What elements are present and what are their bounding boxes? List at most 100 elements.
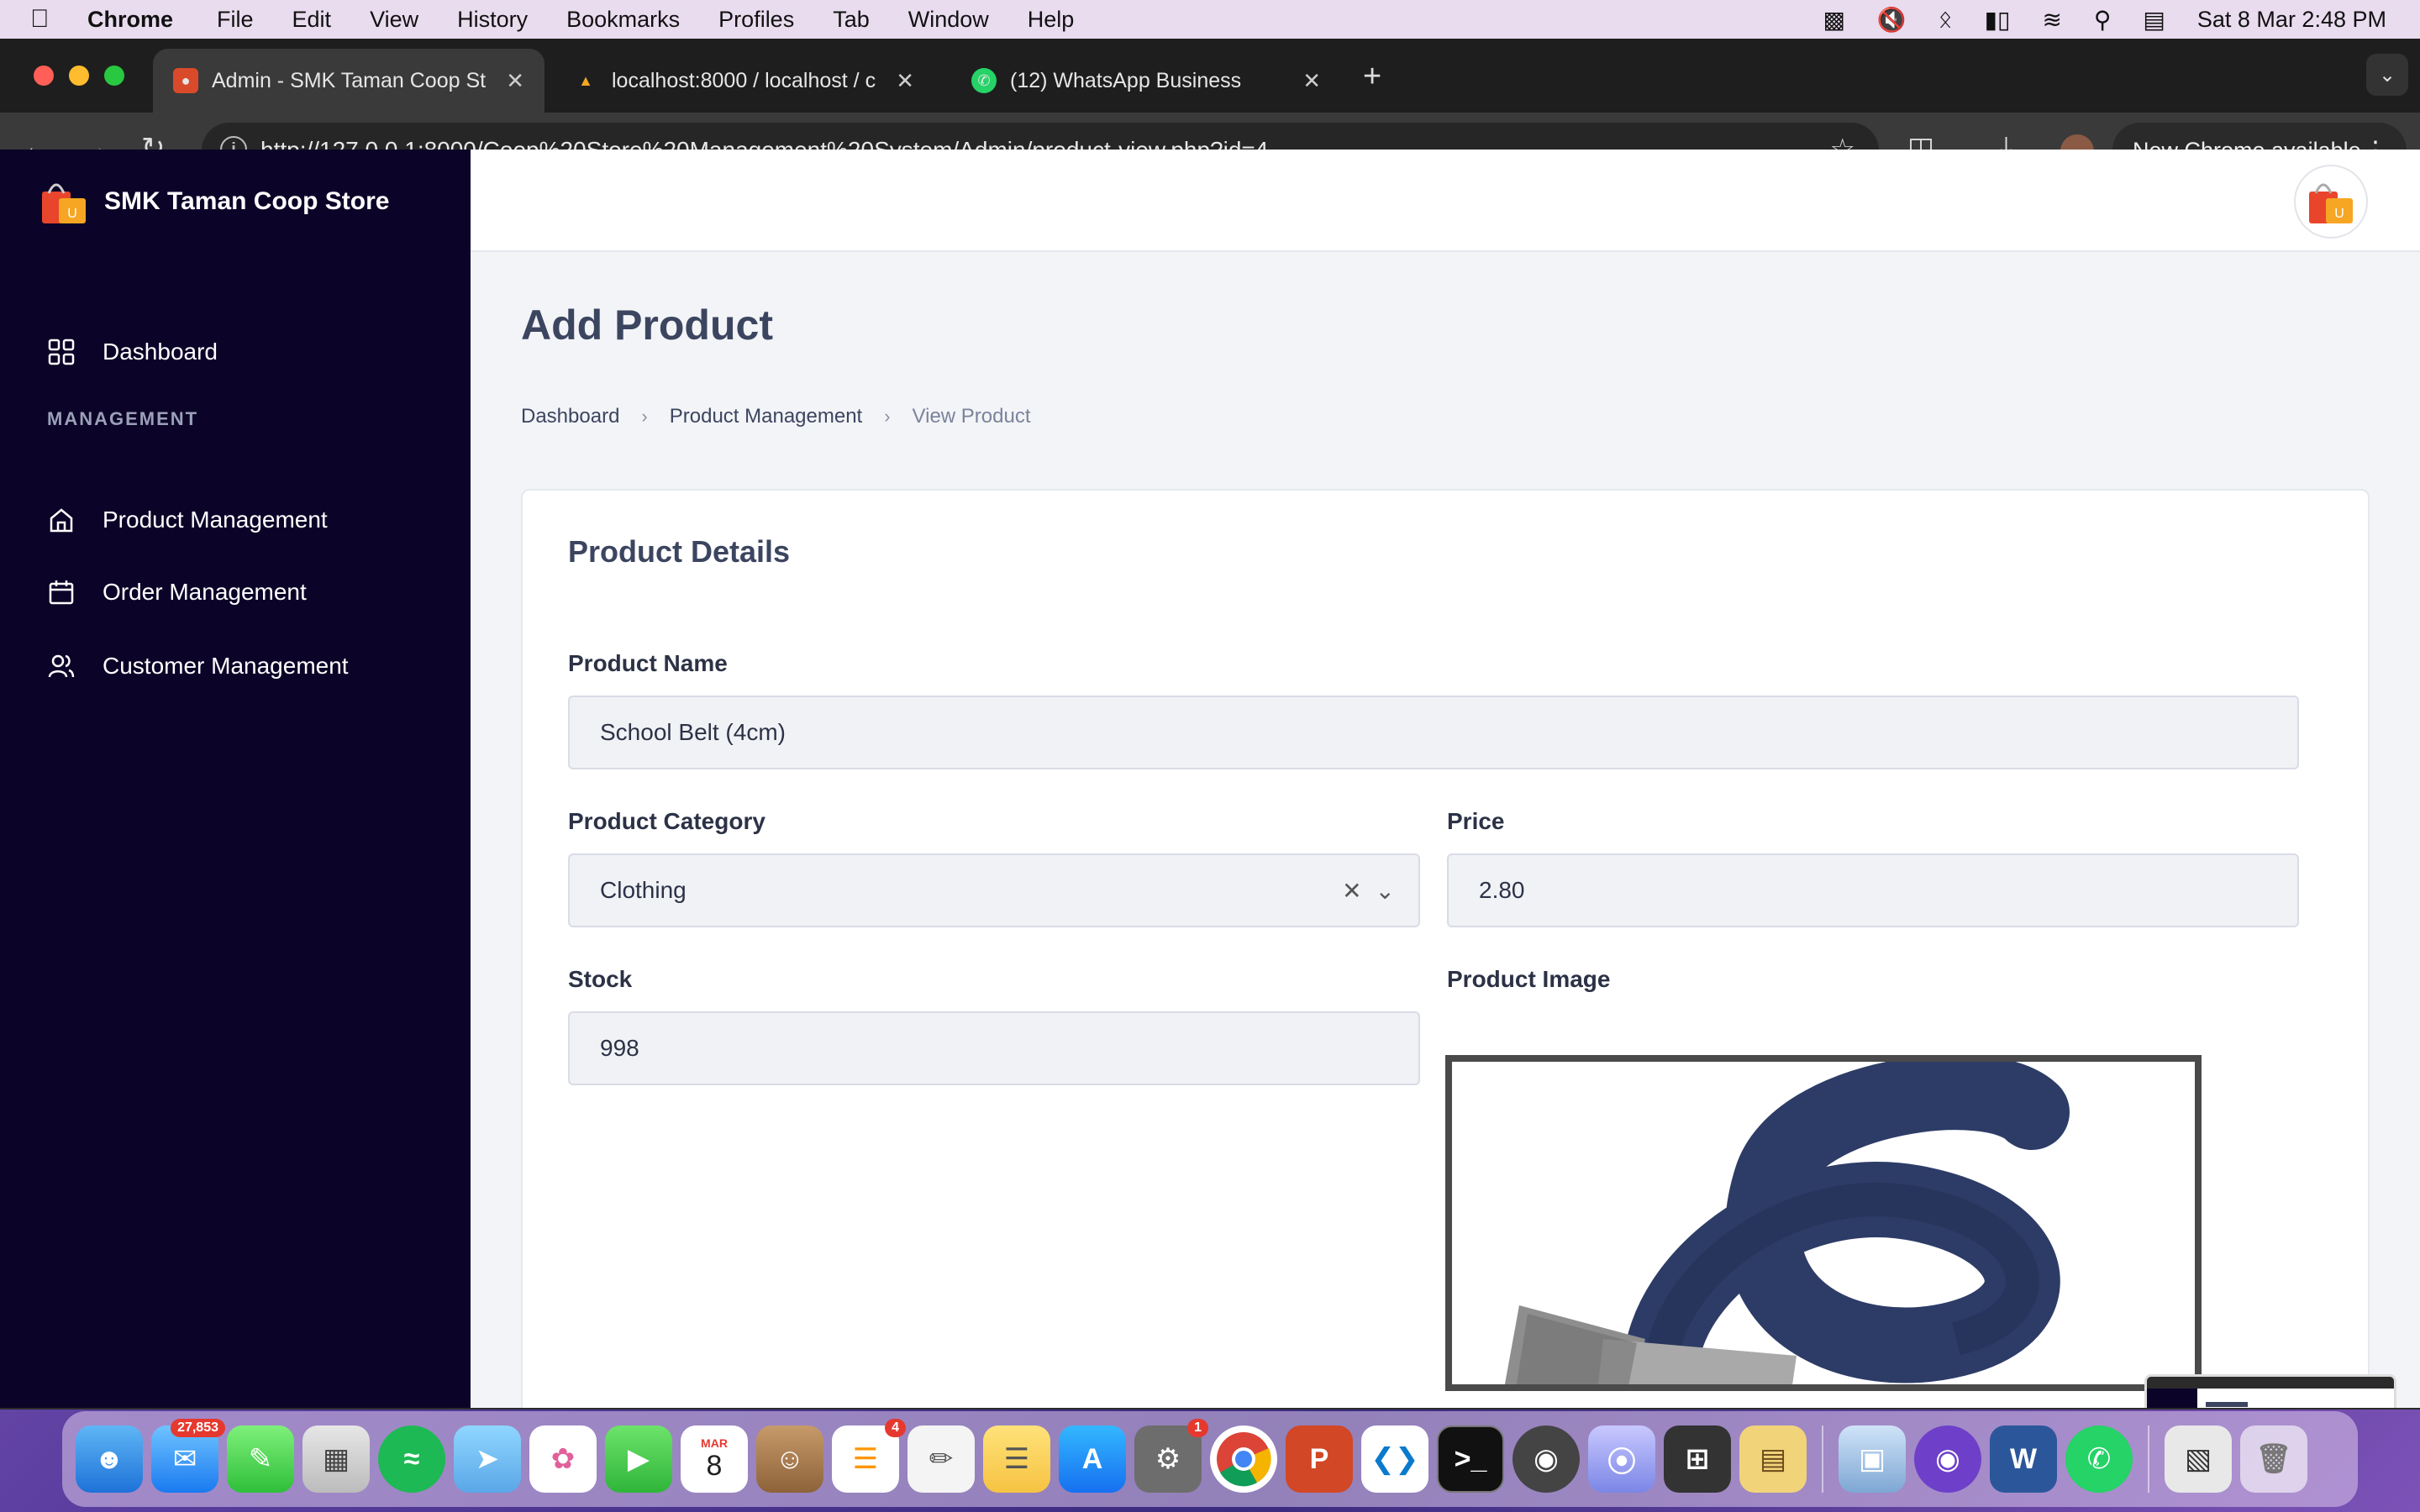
- sidebar-item-dashboard[interactable]: Dashboard: [47, 338, 218, 366]
- calendar-app-icon[interactable]: MAR 8: [681, 1425, 748, 1493]
- tableplus-icon[interactable]: ◉: [1512, 1425, 1580, 1493]
- notes-icon[interactable]: ☰: [983, 1425, 1050, 1493]
- cast-icon[interactable]: ▩: [1823, 6, 1844, 34]
- sidebar-item-customer-management[interactable]: Customer Management: [47, 652, 349, 680]
- tab-whatsapp[interactable]: ✆ (12) WhatsApp Business ✕: [951, 49, 1341, 113]
- tab-title: localhost:8000 / localhost / c: [612, 68, 876, 92]
- photos-icon[interactable]: ✿: [529, 1425, 597, 1493]
- tab-phpmyadmin[interactable]: ▲ localhost:8000 / localhost / c ✕: [553, 49, 934, 113]
- mail-badge: 27,853: [171, 1419, 225, 1437]
- product-image-label: Product Image: [1447, 966, 1611, 992]
- textedit-icon[interactable]: ✏: [908, 1425, 975, 1493]
- screenshot-thumbnail[interactable]: [2144, 1374, 2396, 1408]
- wifi-icon[interactable]: ≋: [2042, 6, 2061, 34]
- apple-icon[interactable]: : [30, 5, 74, 34]
- shopping-bag-icon: ●: [173, 68, 198, 93]
- archive-icon[interactable]: ▤: [1739, 1425, 1807, 1493]
- zoom-window-button[interactable]: [104, 66, 124, 86]
- menu-tab[interactable]: Tab: [833, 7, 870, 33]
- menu-edit[interactable]: Edit: [292, 7, 332, 33]
- maps-icon[interactable]: ➤: [454, 1425, 521, 1493]
- menu-window[interactable]: Window: [908, 7, 989, 33]
- battery-icon[interactable]: ▮▯: [1985, 6, 2011, 34]
- whatsapp-dock-icon[interactable]: ✆: [2065, 1425, 2133, 1493]
- grid-icon: [47, 338, 76, 366]
- menu-bookmarks[interactable]: Bookmarks: [566, 7, 680, 33]
- sidebar-section-title: MANAGEMENT: [47, 408, 199, 429]
- sidebar-item-product-management[interactable]: Product Management: [47, 506, 328, 534]
- chevron-right-icon: ›: [641, 406, 648, 427]
- menu-profiles[interactable]: Profiles: [718, 7, 794, 33]
- arc-icon[interactable]: ⦿: [1588, 1425, 1655, 1493]
- user-avatar[interactable]: U: [2294, 165, 2368, 239]
- powerpoint-icon[interactable]: P: [1286, 1425, 1353, 1493]
- control-center-icon[interactable]: ▤: [2143, 6, 2165, 34]
- recent-window-icon[interactable]: ▧: [2165, 1425, 2232, 1493]
- chevron-down-icon[interactable]: ⌄: [1376, 877, 1395, 905]
- price-label: Price: [1447, 808, 1505, 834]
- minimize-window-button[interactable]: [69, 66, 89, 86]
- github-icon[interactable]: ◉: [1914, 1425, 1981, 1493]
- price-value: 2.80: [1479, 877, 1525, 903]
- menu-clock[interactable]: Sat 8 Mar 2:48 PM: [2197, 7, 2386, 33]
- select-controls: ✕ ⌄: [1342, 877, 1395, 905]
- breadcrumb-dashboard[interactable]: Dashboard: [521, 405, 619, 428]
- close-tab-icon[interactable]: ✕: [506, 68, 524, 94]
- calendar-month: MAR: [701, 1436, 728, 1450]
- spotify-icon[interactable]: ≈: [378, 1425, 445, 1493]
- page-title: Add Product: [521, 302, 773, 349]
- chrome-icon[interactable]: [1210, 1425, 1277, 1493]
- launchpad-icon[interactable]: ▦: [302, 1425, 370, 1493]
- close-tab-icon[interactable]: ✕: [896, 68, 914, 94]
- dock-separator: [1822, 1425, 1823, 1493]
- terminal-icon[interactable]: >_: [1437, 1425, 1504, 1493]
- menu-file[interactable]: File: [217, 7, 254, 33]
- messages-icon[interactable]: ✎: [227, 1425, 294, 1493]
- sidebar-item-order-management[interactable]: Order Management: [47, 578, 307, 606]
- reminders-badge: 4: [885, 1419, 906, 1437]
- window-controls: [34, 66, 124, 86]
- users-icon: [47, 652, 76, 680]
- finder-icon[interactable]: ☻: [76, 1425, 143, 1493]
- sidebar-item-label: Dashboard: [103, 339, 218, 365]
- menu-help[interactable]: Help: [1028, 7, 1075, 33]
- clear-icon[interactable]: ✕: [1342, 877, 1361, 905]
- menu-history[interactable]: History: [457, 7, 528, 33]
- svg-text:U: U: [2334, 207, 2344, 221]
- stock-field[interactable]: 998: [568, 1011, 1420, 1085]
- close-window-button[interactable]: [34, 66, 54, 86]
- brand[interactable]: U SMK Taman Coop Store: [39, 176, 389, 227]
- menu-bar:  Chrome File Edit View History Bookmark…: [0, 0, 2420, 39]
- calendar-day: 8: [706, 1449, 723, 1482]
- reminders-icon[interactable]: ☰ 4: [832, 1419, 906, 1493]
- breadcrumb-product-management[interactable]: Product Management: [670, 405, 862, 428]
- price-field[interactable]: 2.80: [1447, 853, 2299, 927]
- tab-admin[interactable]: ● Admin - SMK Taman Coop St ✕: [153, 49, 544, 113]
- contacts-icon[interactable]: ☺: [756, 1425, 823, 1493]
- mute-icon[interactable]: 🔇: [1877, 6, 1907, 34]
- app-store-icon[interactable]: A: [1059, 1425, 1126, 1493]
- sidebar-item-label: Product Management: [103, 507, 328, 533]
- word-icon[interactable]: W: [1990, 1425, 2057, 1493]
- calculator-icon[interactable]: ⊞: [1664, 1425, 1731, 1493]
- trash-icon[interactable]: 🗑: [2240, 1425, 2307, 1493]
- spotlight-icon[interactable]: ⚲: [2094, 6, 2112, 34]
- new-tab-icon[interactable]: +: [1363, 59, 1381, 95]
- close-tab-icon[interactable]: ✕: [1302, 68, 1321, 94]
- whatsapp-icon: ✆: [971, 68, 997, 93]
- svg-text:U: U: [67, 207, 77, 221]
- tab-search-icon[interactable]: ⌄: [2366, 54, 2408, 96]
- vscode-icon[interactable]: ❮❯: [1361, 1425, 1428, 1493]
- mail-icon[interactable]: ✉ 27,853: [151, 1419, 225, 1493]
- preview-icon[interactable]: ▣: [1839, 1425, 1906, 1493]
- system-settings-icon[interactable]: ⚙ 1: [1134, 1419, 1208, 1493]
- menu-app-name[interactable]: Chrome: [87, 7, 173, 33]
- product-name-field[interactable]: School Belt (4cm): [568, 696, 2299, 769]
- facetime-icon[interactable]: ▶: [605, 1425, 672, 1493]
- bluetooth-icon[interactable]: ᛟ: [1939, 6, 1953, 33]
- phpmyadmin-icon: ▲: [578, 71, 593, 89]
- calendar-icon: [47, 578, 76, 606]
- product-category-select[interactable]: Clothing ✕ ⌄: [568, 853, 1420, 927]
- menu-view[interactable]: View: [370, 7, 418, 33]
- product-image: [1445, 1055, 2202, 1391]
